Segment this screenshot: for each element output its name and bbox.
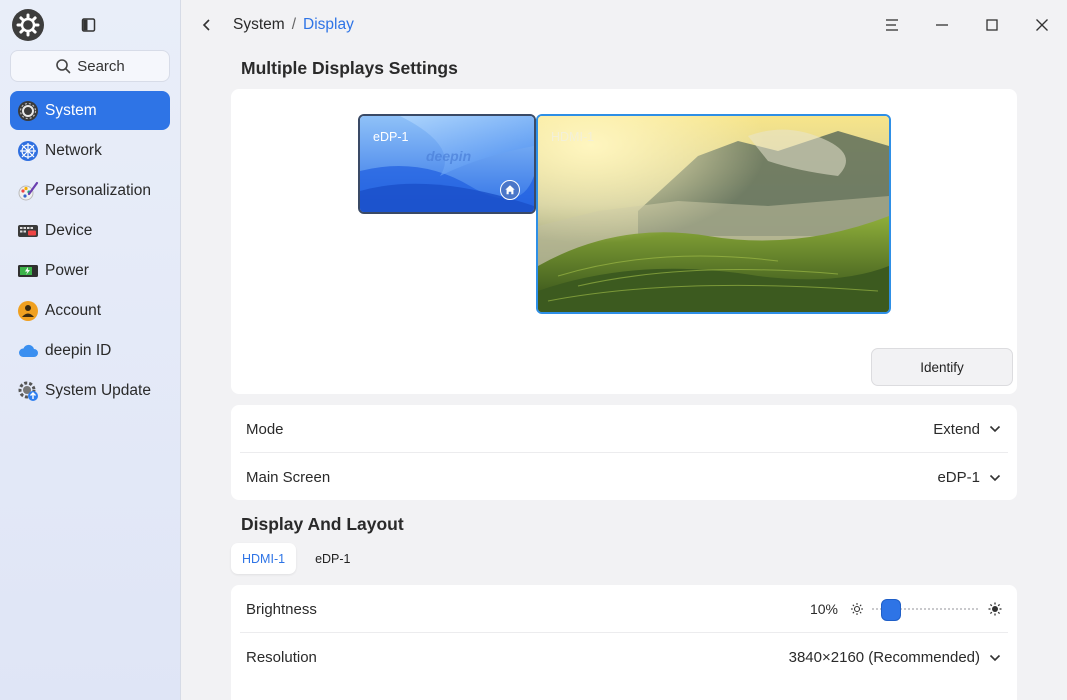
maximize-icon — [986, 19, 998, 31]
sidebar-item-label: Device — [45, 221, 93, 239]
sidebar-toggle-icon[interactable] — [80, 16, 98, 34]
breadcrumb-system[interactable]: System — [233, 16, 285, 34]
personalization-icon — [17, 180, 39, 202]
back-button[interactable] — [199, 15, 215, 35]
sidebar-item-personalization[interactable]: Personalization — [10, 171, 170, 210]
sidebar-item-system[interactable]: System — [10, 91, 170, 130]
titlebar: System / Display — [181, 0, 1067, 50]
sidebar-item-network[interactable]: Network — [10, 131, 170, 170]
edp-label: eDP-1 — [373, 130, 409, 144]
cloud-icon — [17, 340, 39, 362]
main-screen-row: Main Screen eDP-1 — [240, 454, 1008, 501]
minimize-icon — [936, 24, 948, 26]
tab-hdmi-1[interactable]: HDMI-1 — [231, 543, 297, 574]
tab-edp-1[interactable]: eDP-1 — [304, 543, 361, 574]
resolution-value: 3840×2160 (Recommended) — [788, 649, 980, 666]
sidebar-item-label: Power — [45, 261, 89, 279]
screen-edp-1[interactable]: eDP-1 deepin — [358, 114, 536, 214]
sidebar-item-label: Personalization — [45, 181, 151, 199]
breadcrumb: System / Display — [233, 16, 354, 34]
mode-dropdown[interactable]: Extend — [933, 421, 1002, 438]
sidebar-item-account[interactable]: Account — [10, 291, 170, 330]
menu-icon — [886, 19, 898, 31]
sidebar-item-deepin-id[interactable]: deepin ID — [10, 331, 170, 370]
slider-handle[interactable] — [881, 599, 901, 621]
resolution-label: Resolution — [246, 649, 317, 666]
brightness-low-icon — [851, 603, 863, 615]
search-icon — [56, 59, 71, 74]
deepin-logo-text: deepin — [426, 148, 472, 164]
sidebar-item-power[interactable]: Power — [10, 251, 170, 290]
maximize-button[interactable] — [980, 13, 1004, 37]
home-icon — [500, 180, 520, 200]
screen-hdmi-1[interactable]: HDMI-1 — [536, 114, 891, 314]
main-screen-dropdown[interactable]: eDP-1 — [937, 469, 1002, 486]
main-screen-label: Main Screen — [246, 469, 331, 486]
mode-value: Extend — [933, 420, 980, 438]
sidebar-item-label: deepin ID — [45, 341, 112, 359]
sidebar-nav: System Network Personalization Device Po… — [10, 91, 170, 411]
mode-label: Mode — [246, 420, 284, 438]
close-button[interactable] — [1030, 13, 1054, 37]
chevron-left-icon — [202, 19, 210, 31]
system-icon — [17, 100, 39, 122]
network-icon — [17, 140, 39, 162]
identify-button[interactable]: Identify — [871, 348, 1013, 386]
control-center-logo-icon — [12, 9, 44, 41]
chevron-down-icon — [989, 654, 1001, 661]
resolution-dropdown[interactable]: 3840×2160 (Recommended) — [789, 649, 1002, 666]
chevron-down-icon — [989, 474, 1001, 481]
breadcrumb-display: Display — [303, 16, 354, 33]
sidebar-item-label: System Update — [45, 381, 151, 399]
display-arrangement-panel: eDP-1 deepin HDMI-1 Identify — [231, 89, 1017, 394]
display-settings-panel: Brightness 10% Resolution 3840×2160 (Rec… — [231, 585, 1017, 700]
search-placeholder: Search — [77, 57, 125, 75]
resolution-row: Resolution 3840×2160 (Recommended) — [240, 634, 1008, 681]
sidebar: Search System Network Personalization De… — [0, 0, 181, 700]
device-icon — [17, 220, 39, 242]
power-icon — [17, 260, 39, 282]
brightness-label: Brightness — [246, 600, 317, 618]
hdmi-label: HDMI-1 — [551, 130, 595, 144]
sidebar-item-label: Account — [45, 301, 102, 319]
brightness-value: 10% — [809, 601, 838, 617]
mode-row: Mode Extend — [240, 406, 1008, 453]
multiple-displays-title: Multiple Displays Settings — [241, 58, 458, 78]
hdmi-wallpaper — [538, 116, 889, 312]
update-icon — [17, 380, 39, 402]
breadcrumb-separator: / — [291, 16, 296, 33]
brightness-slider[interactable] — [872, 599, 980, 621]
brightness-control: 10% — [809, 599, 1002, 621]
display-tabs: HDMI-1 eDP-1 — [231, 543, 362, 574]
menu-button[interactable] — [880, 13, 904, 37]
minimize-button[interactable] — [930, 13, 954, 37]
chevron-down-icon — [989, 425, 1001, 433]
close-icon — [1036, 19, 1048, 31]
sidebar-item-label: Network — [45, 141, 102, 159]
main-content: System / Display Multiple Displays Setti… — [181, 0, 1067, 700]
brightness-high-icon — [988, 602, 1002, 616]
sidebar-item-system-update[interactable]: System Update — [10, 371, 170, 410]
display-layout-title: Display And Layout — [241, 514, 404, 534]
brightness-row: Brightness 10% — [240, 586, 1008, 633]
main-screen-value: eDP-1 — [937, 469, 980, 486]
search-input[interactable]: Search — [10, 50, 170, 82]
sidebar-item-label: System — [45, 101, 97, 119]
mode-panel: Mode Extend Main Screen eDP-1 — [231, 405, 1017, 500]
sidebar-item-device[interactable]: Device — [10, 211, 170, 250]
account-icon — [17, 300, 39, 322]
